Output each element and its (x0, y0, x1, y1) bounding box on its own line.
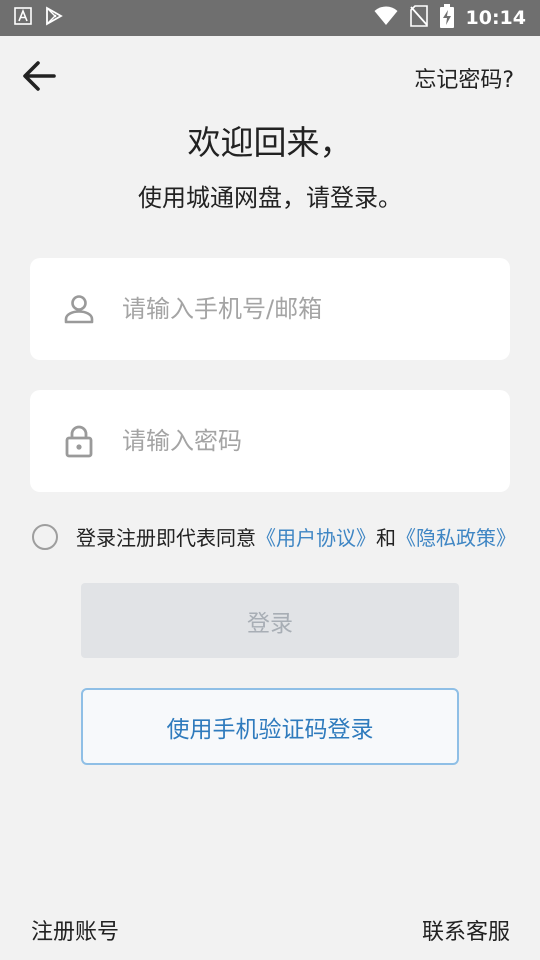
status-bar: 10:14 (0, 0, 540, 36)
privacy-policy-link[interactable]: 《隐私政策》 (396, 526, 516, 550)
agreement-text: 登录注册即代表同意《用户协议》和《隐私政策》 (76, 522, 516, 551)
arrow-left-icon (23, 61, 56, 91)
user-agreement-link[interactable]: 《用户协议》 (256, 526, 376, 550)
agreement-prefix: 登录注册即代表同意 (76, 526, 256, 550)
password-field[interactable] (30, 390, 510, 492)
wifi-icon (374, 6, 398, 30)
user-icon (64, 295, 94, 324)
agreement-and: 和 (376, 526, 396, 550)
phone-email-input[interactable] (122, 279, 482, 339)
contact-support-link[interactable]: 联系客服 (422, 914, 510, 946)
status-right: 10:14 (374, 4, 526, 32)
battery-charging-icon (439, 4, 454, 32)
play-store-icon (44, 6, 64, 30)
lock-icon (65, 425, 93, 458)
status-left (14, 6, 64, 30)
agreement-row: 登录注册即代表同意《用户协议》和《隐私政策》 (32, 522, 532, 551)
back-button[interactable] (20, 56, 60, 96)
welcome-subtitle: 使用城通网盘，请登录。 (138, 184, 402, 212)
password-input[interactable] (122, 411, 482, 471)
nav-bar: 忘记密码? (0, 52, 540, 98)
forgot-password-link[interactable]: 忘记密码? (414, 62, 514, 94)
phone-email-field[interactable] (30, 258, 510, 360)
agreement-checkbox[interactable] (32, 523, 58, 550)
sms-login-button[interactable]: 使用手机验证码登录 (81, 688, 459, 765)
a-notification-icon (14, 7, 32, 29)
login-button[interactable]: 登录 (81, 583, 459, 658)
no-sim-icon (409, 5, 428, 31)
status-time: 10:14 (465, 7, 526, 29)
register-link[interactable]: 注册账号 (31, 914, 119, 946)
welcome-title: 欢迎回来， (187, 123, 353, 162)
